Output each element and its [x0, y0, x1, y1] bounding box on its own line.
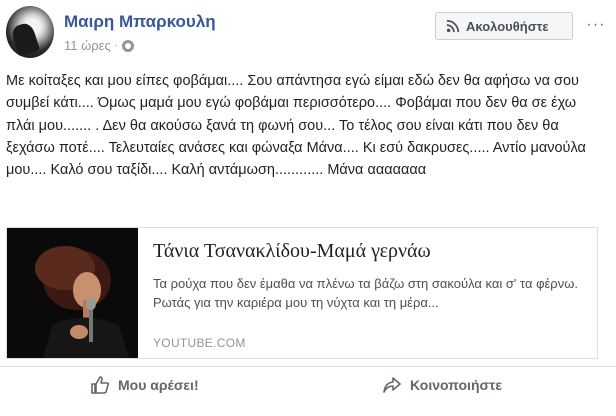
share-arrow-icon	[383, 377, 401, 393]
link-preview-body: Τάνια Τσανακλίδου-Μαμά γερνάω Τα ρούχα π…	[153, 238, 583, 312]
link-domain: YOUTUBE.COM	[153, 336, 246, 350]
thumbs-up-icon	[91, 376, 110, 394]
post-meta: 11 ώρες ·	[64, 38, 135, 53]
share-label: Κοινοποιήστε	[410, 377, 502, 393]
like-button[interactable]: Μου αρέσει!	[90, 375, 199, 395]
link-description: Τα ρούχα που δεν έμαθα να πλένω τα βάζω …	[153, 276, 578, 310]
facebook-post: Μαιρη Μπαρκουλη 11 ώρες · Ακολουθήστε ··…	[0, 0, 616, 416]
singer-photo-image	[7, 228, 138, 358]
follow-button-label: Ακολουθήστε	[466, 18, 549, 34]
more-options-button[interactable]: ···	[585, 14, 607, 36]
meta-separator: ·	[114, 40, 119, 51]
author-avatar[interactable]	[6, 6, 54, 58]
link-title[interactable]: Τάνια Τσανακλίδου-Μαμά γερνάω	[153, 238, 583, 264]
follow-button[interactable]: Ακολουθήστε	[435, 12, 573, 40]
like-label: Μου αρέσει!	[118, 377, 199, 393]
globe-icon[interactable]	[122, 39, 135, 52]
post-text: Με κοίταξες και μου είπες φοβάμαι.... Σο…	[6, 73, 586, 179]
post-actions-bar: Μου αρέσει! Κοινοποιήστε	[0, 366, 616, 406]
link-preview-card[interactable]: Τάνια Τσανακλίδου-Μαμά γερνάω Τα ρούχα π…	[6, 227, 598, 359]
author-name[interactable]: Μαιρη Μπαρκουλη	[64, 12, 216, 32]
video-thumbnail[interactable]	[7, 228, 138, 358]
share-button[interactable]: Κοινοποιήστε	[382, 375, 502, 395]
rss-follow-icon	[446, 19, 460, 33]
post-timestamp[interactable]: 11 ώρες	[64, 38, 111, 53]
